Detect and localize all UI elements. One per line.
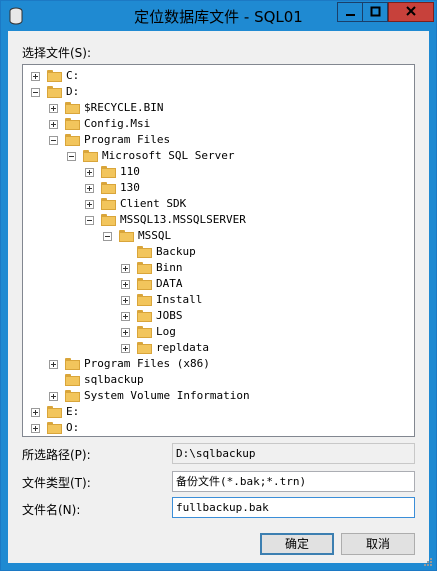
folder-icon [137,246,152,258]
folder-icon [137,326,152,338]
expand-icon[interactable] [85,168,94,177]
folder-icon [101,214,116,226]
expand-icon[interactable] [121,296,130,305]
expand-icon[interactable] [121,264,130,273]
file-type-value: 备份文件(*.bak;*.trn) [176,475,307,488]
folder-icon [101,166,116,178]
tree-item-label: Program Files [84,133,171,146]
minimize-button[interactable] [337,2,363,22]
folder-icon [65,390,80,402]
selected-path-field: D:\sqlbackup [172,443,415,464]
tree-item-label: MSSQL13.MSSQLSERVER [120,213,246,226]
expand-icon[interactable] [31,408,40,417]
file-tree[interactable]: C: D: $RECYCLE.BIN Config.Msi Program Files M… [22,64,415,437]
close-button[interactable] [388,2,434,22]
folder-icon [47,406,62,418]
folder-icon [119,230,134,242]
tree-item-label: repldata [156,341,209,354]
tree-item-label: E: [66,405,80,418]
maximize-icon [370,6,381,17]
title-bar[interactable]: 定位数据库文件 - SQL01 [1,1,436,31]
tree-item-label: C: [66,69,80,82]
tree-item-label: MSSQL [138,229,172,242]
tree-item-label: Client SDK [120,197,187,210]
tree-item-label: Backup [156,245,196,258]
folder-icon [137,262,152,274]
ok-button[interactable]: 确定 [260,533,334,555]
expand-icon[interactable] [49,104,58,113]
folder-icon [137,278,152,290]
folder-icon [83,150,98,162]
collapse-icon[interactable] [31,88,40,97]
expand-icon[interactable] [49,360,58,369]
folder-icon [65,134,80,146]
folder-icon [65,118,80,130]
expand-icon[interactable] [121,280,130,289]
tree-item-label: Install [156,293,203,306]
expand-icon[interactable] [121,312,130,321]
select-file-label: 选择文件(S): [22,46,92,60]
tree-item-label: $RECYCLE.BIN [84,101,164,114]
folder-icon [137,310,152,322]
selected-path-label: 所选路径(P): [22,448,91,462]
close-icon [406,6,416,16]
file-name-label: 文件名(N): [22,503,81,517]
expand-icon[interactable] [85,184,94,193]
folder-icon [101,182,116,194]
expand-icon[interactable] [85,200,94,209]
tree-item-label: O: [66,421,80,434]
folder-icon [137,342,152,354]
tree-item-label: Binn [156,261,183,274]
collapse-icon[interactable] [103,232,112,241]
tree-item-label: DATA [156,277,183,290]
collapse-icon[interactable] [85,216,94,225]
cancel-button[interactable]: 取消 [341,533,415,555]
folder-icon [47,422,62,434]
expand-icon[interactable] [31,72,40,81]
resize-grip-icon[interactable] [423,557,433,567]
expand-icon[interactable] [121,344,130,353]
tree-item-label: 110 [120,165,140,178]
folder-icon [65,374,80,386]
maximize-button[interactable] [362,2,388,22]
tree-item-label: Microsoft SQL Server [102,149,235,162]
folder-icon [137,294,152,306]
expand-icon[interactable] [31,424,40,433]
tree-item-label: sqlbackup [84,373,144,386]
collapse-icon[interactable] [49,136,58,145]
expand-icon[interactable] [121,328,130,337]
folder-icon [47,86,62,98]
collapse-icon[interactable] [67,152,76,161]
tree-item-label: D: [66,85,80,98]
tree-item-label: Program Files (x86) [84,357,210,370]
folder-icon [101,198,116,210]
minimize-icon [346,14,355,16]
folder-icon [47,70,62,82]
tree-item-label: System Volume Information [84,389,250,402]
expand-icon[interactable] [49,120,58,129]
file-name-input[interactable]: fullbackup.bak [172,497,415,518]
folder-icon [65,102,80,114]
file-type-select[interactable]: 备份文件(*.bak;*.trn) [172,471,415,492]
expand-icon[interactable] [49,392,58,401]
tree-item-label: Config.Msi [84,117,151,130]
tree-item-label: Log [156,325,176,338]
tree-item-label: JOBS [156,309,183,322]
file-type-label: 文件类型(T): [22,476,91,490]
tree-item-label: 130 [120,181,140,194]
folder-icon [65,358,80,370]
